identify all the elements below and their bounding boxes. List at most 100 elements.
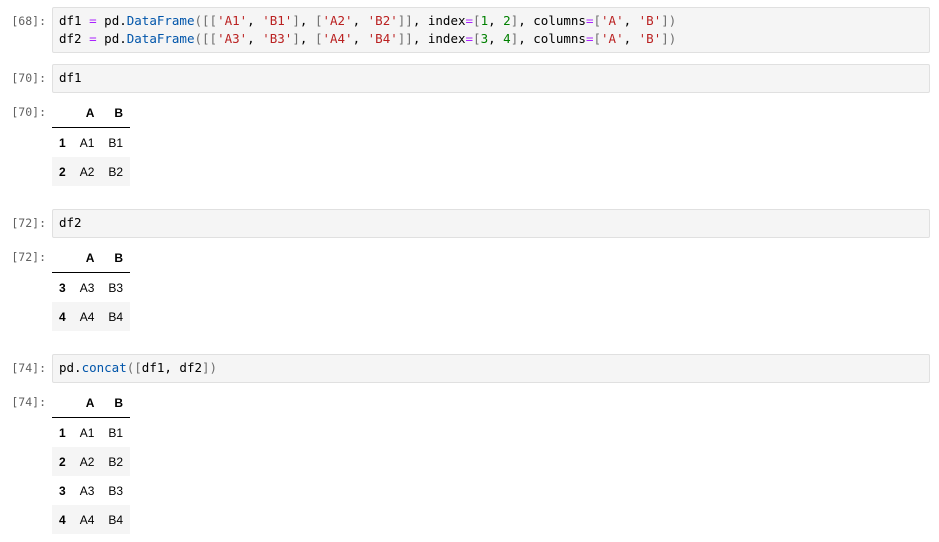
code-token: 3 <box>480 31 489 46</box>
code-token: pd. <box>96 13 127 28</box>
table-cell: A2 <box>79 164 95 179</box>
output-prompt: [70]: <box>11 105 46 119</box>
table-cell: A1 <box>79 425 95 440</box>
table-cell: A3 <box>79 280 95 295</box>
code-token: = <box>89 13 97 28</box>
code-token: pd. <box>96 31 127 46</box>
code-token: ]) <box>661 13 677 28</box>
row-index: 3 <box>59 280 66 295</box>
code-token: DataFrame <box>126 31 195 46</box>
code-token: ] <box>292 13 300 28</box>
table-row: 3 A3 B3 <box>52 273 130 303</box>
header-row: AB <box>52 389 131 418</box>
table-row: 1 A1 B1 <box>52 418 130 448</box>
table-cell: A3 <box>79 483 95 498</box>
column-header: A <box>72 389 102 418</box>
code-token: ]) <box>202 360 218 375</box>
code-token: 'A1' <box>217 13 248 28</box>
code-token: 'B' <box>638 31 662 46</box>
code-token: , <box>623 13 639 28</box>
code-token: 1 <box>480 13 489 28</box>
code-token: , columns <box>518 31 586 46</box>
code-token: , <box>352 13 368 28</box>
code-token: df2 <box>59 215 82 230</box>
code-token: , <box>623 31 639 46</box>
code-token: ] <box>292 31 300 46</box>
table-cell: B4 <box>108 309 124 324</box>
code-token: ([[ <box>194 13 218 28</box>
code-cell[interactable]: pd.concat([df1, df2]) <box>52 354 930 383</box>
header-row: AB <box>52 244 131 273</box>
table-row: 3 A3 B3 <box>52 476 130 505</box>
code-token: ]] <box>397 13 413 28</box>
output-prompt: [72]: <box>11 250 46 264</box>
code-cell[interactable]: df2 <box>52 209 930 238</box>
table-row: 4 A4 B4 <box>52 302 131 331</box>
table-row: 4 A4 B4 <box>52 505 131 534</box>
code-cell[interactable]: df1 = pd.DataFrame([['A1', 'B1'], ['A2',… <box>52 7 930 53</box>
dataframe-output: A B 3 A3 B3 4 A4 B4 <box>52 244 131 331</box>
dataframe-table: A B 3 A3 B3 4 A4 B4 <box>52 244 131 331</box>
code-line: df1 = pd.DataFrame([['A1', 'B1'], ['A2',… <box>59 12 923 30</box>
code-token: df1 <box>59 13 90 28</box>
code-token: 'A3' <box>217 31 248 46</box>
input-prompt: [72]: <box>11 216 46 230</box>
table-cell: A2 <box>79 454 95 469</box>
dataframe-output: A B 1 A1 B1 2 A2 B2 <box>52 99 131 186</box>
code-token: 'A2' <box>322 13 353 28</box>
table-cell: A1 <box>79 135 95 150</box>
code-line: pd.concat([df1, df2]) <box>59 359 923 377</box>
code-token: 'B4' <box>367 31 398 46</box>
code-token: 2 <box>503 13 511 28</box>
code-token: ]) <box>661 31 677 46</box>
table-row: 1 A1 B1 <box>52 128 130 158</box>
table-cell: A4 <box>79 512 95 527</box>
table-row: 2 A2 B2 <box>52 447 131 476</box>
table-cell: B2 <box>108 454 124 469</box>
code-token: df1 <box>59 70 82 85</box>
column-header: B <box>101 244 131 273</box>
column-header: A <box>72 244 102 273</box>
code-token: = <box>465 13 474 28</box>
code-cell[interactable]: df1 <box>52 64 930 93</box>
row-index: 3 <box>59 483 66 498</box>
index-header <box>52 99 73 128</box>
row-index: 2 <box>59 164 66 179</box>
code-token: ([[ <box>194 31 218 46</box>
table-cell: B3 <box>108 483 124 498</box>
code-token: 'B1' <box>262 13 293 28</box>
code-token: , <box>247 31 263 46</box>
code-token: df2 <box>59 31 90 46</box>
code-token: , <box>488 13 504 28</box>
code-token: , <box>352 31 368 46</box>
input-prompt: [68]: <box>11 14 46 28</box>
row-index: 1 <box>59 135 66 150</box>
table-cell: B3 <box>108 280 124 295</box>
column-header: B <box>101 99 131 128</box>
code-token: df1, df2 <box>141 360 203 375</box>
row-index: 1 <box>59 425 66 440</box>
code-token: , columns <box>518 13 586 28</box>
code-token: 'A' <box>601 31 624 46</box>
output-prompt: [74]: <box>11 395 46 409</box>
code-token: 'A' <box>601 13 624 28</box>
row-index: 2 <box>59 454 66 469</box>
code-token: 'B' <box>638 13 662 28</box>
code-token: , <box>299 13 315 28</box>
code-token: 'B3' <box>262 31 293 46</box>
code-token: ([ <box>126 360 142 375</box>
code-line: df1 <box>59 69 923 87</box>
dataframe-table: A B 1 A1 B1 2 A2 B2 <box>52 99 131 186</box>
table-cell: B2 <box>108 164 124 179</box>
code-token: = <box>89 31 97 46</box>
dataframe-table: A B 1 A1 B1 2 A2 B2 3 A3 B3 4 A4 B4 <box>52 389 131 534</box>
code-token: DataFrame <box>126 13 195 28</box>
dataframe-output: A B 1 A1 B1 2 A2 B2 3 A3 B3 4 A4 B4 <box>52 389 131 534</box>
code-token: 'A4' <box>322 31 353 46</box>
code-token: , <box>488 31 504 46</box>
table-cell: B1 <box>108 425 124 440</box>
code-token: , <box>247 13 263 28</box>
header-row: AB <box>52 99 131 128</box>
code-token: concat <box>81 360 127 375</box>
code-token: 'B2' <box>367 13 398 28</box>
